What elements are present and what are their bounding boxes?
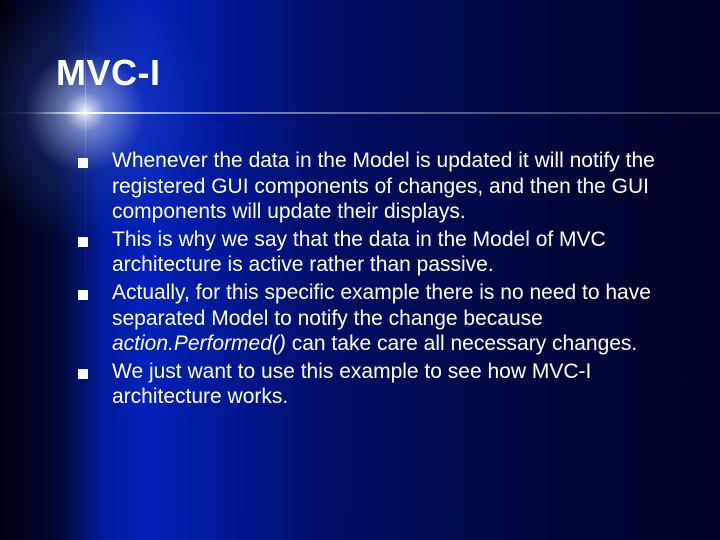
bullet-text: We just want to use this example to see … bbox=[112, 359, 680, 410]
bullet-text-em: action.Performed() bbox=[112, 332, 286, 355]
slide-title: MVC-I bbox=[56, 52, 161, 94]
bullet-text: Whenever the data in the Model is update… bbox=[112, 148, 680, 225]
bullet-icon bbox=[78, 158, 88, 168]
list-item: We just want to use this example to see … bbox=[78, 359, 680, 410]
slide-body: Whenever the data in the Model is update… bbox=[78, 148, 680, 412]
bullet-text: This is why we say that the data in the … bbox=[112, 227, 680, 278]
bullet-text: Actually, for this specific example ther… bbox=[112, 280, 680, 357]
list-item: Actually, for this specific example ther… bbox=[78, 280, 680, 357]
bullet-text-pre: Actually, for this specific example ther… bbox=[112, 281, 651, 330]
list-item: Whenever the data in the Model is update… bbox=[78, 148, 680, 225]
bullet-icon bbox=[78, 290, 88, 300]
bullet-text-post: can take care all necessary changes. bbox=[286, 332, 637, 355]
slide: MVC-I Whenever the data in the Model is … bbox=[0, 0, 720, 540]
title-underline bbox=[0, 112, 720, 114]
bullet-icon bbox=[78, 369, 88, 379]
list-item: This is why we say that the data in the … bbox=[78, 227, 680, 278]
bullet-icon bbox=[78, 237, 88, 247]
